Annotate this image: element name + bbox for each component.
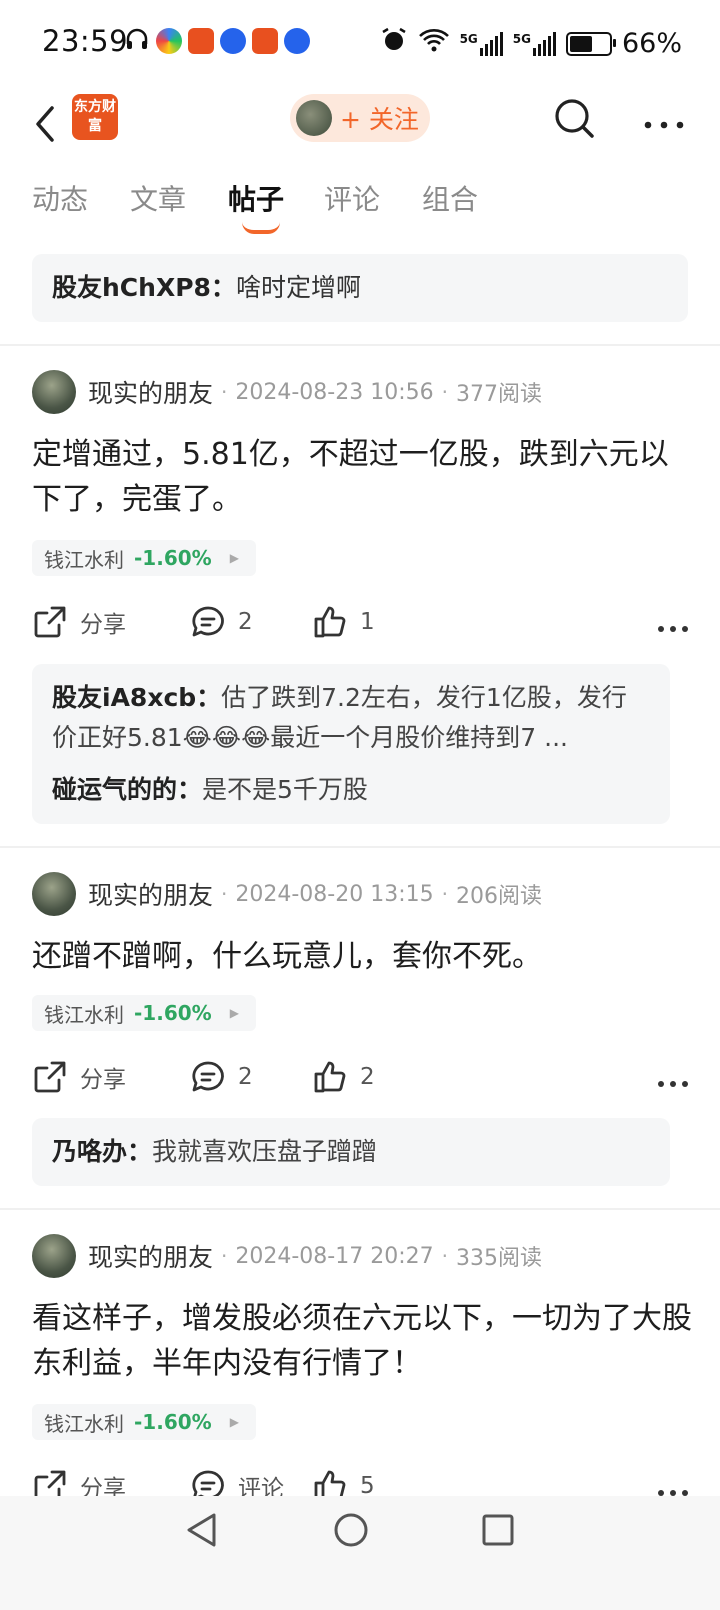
headphones-icon [124,26,150,56]
tab-posts[interactable]: 帖子 [228,178,284,218]
post-body[interactable]: 看这样子，增发股必须在六元以下，一切为了大股东利益，半年内没有行情了！ [32,1296,692,1386]
follow-button[interactable]: + 关注 [290,94,430,142]
avatar[interactable] [32,872,76,916]
post-body[interactable]: 还蹭不蹭啊，什么玩意儿，套你不死。 [32,934,692,979]
comment-snippet[interactable]: 股友hChXP8：啥时定增啊 [32,254,688,322]
network-label-1: 5G [459,31,478,46]
more-options-icon[interactable] [644,114,684,129]
divider [0,344,720,346]
post-time: 2024-08-17 20:27 [235,1243,434,1269]
post-body[interactable]: 定增通过，5.81亿，不超过一亿股，跌到六元以下了，完蛋了。 [32,432,692,522]
system-nav-bar [0,1496,720,1610]
app-notification-icon-3 [284,28,310,54]
stock-tag[interactable]: 钱江水利 -1.60% ▶ [32,1404,256,1440]
avatar[interactable] [32,1234,76,1278]
post-actions: 分享 2 2 [32,1055,688,1099]
post-time: 2024-08-23 10:56 [235,379,434,405]
divider [0,846,720,848]
reply-item: 乃咯办：我就喜欢压盘子蹭蹭 [52,1137,378,1166]
author-name[interactable]: 现实的朋友 [88,1238,213,1274]
divider [0,1208,720,1210]
nav-home-icon[interactable] [333,1512,369,1552]
reply-list[interactable]: 股友iA8xcb：估了跌到7.2左右，发行1亿股，发行价正好5.81😂😂😂最近一… [32,664,670,824]
stock-tag[interactable]: 钱江水利 -1.60% ▶ [32,995,256,1031]
stock-name: 钱江水利 [44,1411,124,1436]
notification-icons [124,26,310,56]
view-count: 335阅读 [455,1246,542,1271]
wifi-icon [418,27,450,60]
signal-icon [479,31,503,56]
signal-icon-2 [532,31,556,56]
post-actions: 分享 2 1 [32,600,688,644]
avatar [296,100,332,136]
author-name[interactable]: 现实的朋友 [88,876,213,912]
comment-button[interactable]: 2 [190,1055,253,1099]
battery-percent: 66% [621,28,682,59]
avatar[interactable] [32,370,76,414]
comment-icon [192,606,224,637]
active-tab-indicator [242,222,280,234]
search-icon[interactable] [552,96,596,140]
taobao-icon-2 [252,28,278,54]
comment-text: 啥时定增啊 [235,273,361,302]
thumbs-up-icon [314,606,346,638]
status-bar: 23:59 5G 5G 66% [0,0,720,84]
reply-item: 股友iA8xcb：估了跌到7.2左右，发行1亿股，发行价正好5.81😂😂😂最近一… [52,683,627,752]
back-icon[interactable] [30,102,66,146]
like-button[interactable]: 2 [312,1055,375,1099]
share-icon [34,606,66,638]
stock-name: 钱江水利 [44,1002,124,1027]
reply-list[interactable]: 乃咯办：我就喜欢压盘子蹭蹭 [32,1118,670,1186]
battery-icon [565,31,616,56]
share-icon [34,1061,66,1093]
post-header: 现实的朋友 · 2024-08-23 10:56 · 377阅读 [32,370,542,414]
tab-bar: 动态 文章 帖子 评论 组合 [0,178,720,238]
stock-change: -1.60% [134,1001,212,1025]
thumbs-up-icon [314,1061,346,1093]
alarm-icon [380,26,408,61]
stock-name: 钱江水利 [44,547,124,572]
nav-recents-icon[interactable] [482,1514,514,1550]
share-button[interactable]: 分享 [32,600,126,644]
post-time: 2024-08-20 13:15 [235,881,434,907]
play-arrow-icon: ▶ [229,551,239,565]
status-time: 23:59 [42,24,129,58]
play-arrow-icon: ▶ [229,1415,239,1429]
share-button[interactable]: 分享 [32,1055,126,1099]
app-logo: 东方财富 [72,94,118,140]
post-header: 现实的朋友 · 2024-08-17 20:27 · 335阅读 [32,1234,542,1278]
post-header: 现实的朋友 · 2024-08-20 13:15 · 206阅读 [32,872,542,916]
play-arrow-icon: ▶ [229,1006,239,1020]
post-more-icon[interactable] [658,1073,688,1092]
tab-dynamics[interactable]: 动态 [32,178,88,218]
tab-articles[interactable]: 文章 [130,178,186,218]
top-bar: 东方财富 + 关注 [0,84,720,184]
stock-tag[interactable]: 钱江水利 -1.60% ▶ [32,540,256,576]
tab-portfolio[interactable]: 组合 [422,178,478,218]
stock-change: -1.60% [134,546,212,570]
tab-comments[interactable]: 评论 [324,178,380,218]
comment-button[interactable]: 2 [190,600,253,644]
author-name[interactable]: 现实的朋友 [88,374,213,410]
nav-back-icon[interactable] [184,1512,218,1552]
view-count: 377阅读 [455,382,542,407]
reply-item: 碰运气的的：是不是5千万股 [52,775,368,804]
view-count: 206阅读 [455,884,542,909]
app-notification-icon [156,28,182,54]
stock-change: -1.60% [134,1410,212,1434]
like-button[interactable]: 1 [312,600,375,644]
app-notification-icon-2 [220,28,246,54]
post-more-icon[interactable] [658,618,688,637]
taobao-icon [188,28,214,54]
network-label-2: 5G [512,31,531,46]
follow-label: + 关注 [340,105,419,134]
comment-user: 股友hChXP8： [52,273,236,302]
comment-icon [192,1061,224,1092]
